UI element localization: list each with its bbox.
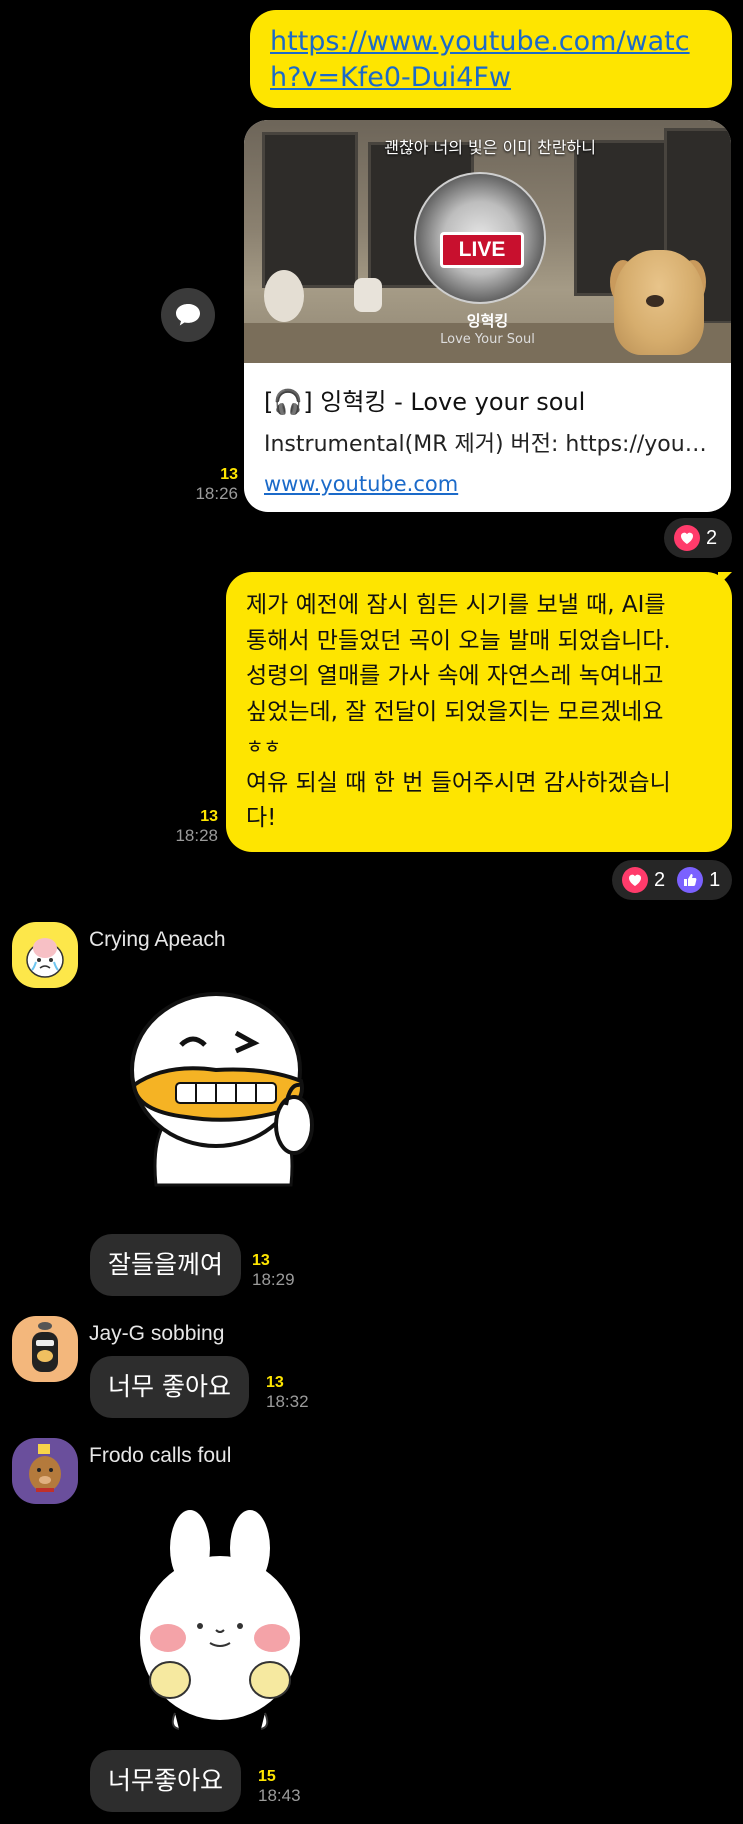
sender-name: Jay-G sobbing	[89, 1322, 225, 1345]
youtube-url-link[interactable]: https://www.youtube.com/watch?v=Kfe0-Dui…	[270, 26, 690, 93]
muzi-sticker[interactable]	[126, 985, 321, 1210]
message-line: 다!	[246, 805, 277, 831]
avatar[interactable]	[12, 1438, 78, 1504]
card-domain-link[interactable]: www.youtube.com	[264, 472, 458, 496]
heart-icon	[674, 525, 700, 551]
video-thumbnail[interactable]: LIVE 괜찮아 너의 빛은 이미 찬란하니 잉혁킹 Love Your Sou…	[244, 120, 731, 363]
message-meta: 13 18:29	[252, 1252, 295, 1290]
message-time: 18:32	[266, 1392, 309, 1411]
long-message-meta: 13 18:28	[130, 808, 218, 846]
unread-count: 13	[220, 466, 238, 483]
link-message-bubble[interactable]: https://www.youtube.com/watch?v=Kfe0-Dui…	[250, 10, 732, 108]
bunny-sticker-icon	[140, 1510, 300, 1730]
avatar[interactable]	[12, 922, 78, 988]
youtube-preview-card[interactable]: LIVE 괜찮아 너의 빛은 이미 찬란하니 잉혁킹 Love Your Sou…	[244, 120, 731, 512]
reaction-count: 2	[654, 868, 666, 891]
jay-g-avatar-icon	[32, 1322, 58, 1372]
message-meta: 15 18:43	[258, 1768, 301, 1806]
share-button[interactable]	[161, 288, 215, 342]
unread-count: 15	[258, 1768, 276, 1785]
reaction-pill[interactable]: 2 1	[612, 860, 732, 900]
thumbs-up-icon	[677, 867, 704, 893]
message-bubble[interactable]: 잘들을께여	[90, 1234, 242, 1296]
unread-count: 13	[200, 808, 218, 825]
message-time: 18:29	[252, 1270, 295, 1289]
avatar[interactable]	[12, 1316, 78, 1382]
live-badge: LIVE	[440, 232, 524, 268]
bubble-tail	[718, 572, 732, 586]
long-message-bubble[interactable]: 제가 예전에 잠시 힘든 시기를 보낼 때, AI를 통해서 만들었던 곡이 오…	[226, 572, 732, 852]
message-time: 18:26	[195, 484, 238, 503]
message-meta: 13 18:32	[266, 1374, 309, 1412]
unread-count: 13	[252, 1252, 270, 1269]
message-time: 18:28	[175, 826, 218, 845]
card-description: Instrumental(MR 제거) 버전: https://youtu...	[264, 432, 714, 457]
thumbnail-artist: 잉혁킹	[466, 312, 509, 330]
sender-name: Frodo calls foul	[89, 1444, 232, 1467]
chat-share-icon	[176, 304, 200, 326]
message-line: 성령의 열매를 가사 속에 자연스레 녹여내고	[246, 663, 664, 689]
message-bubble[interactable]: 너무좋아요	[90, 1750, 242, 1812]
thumbnail-caption: 괜찮아 너의 빛은 이미 찬란하니	[384, 138, 596, 157]
card-title: [🎧] 잉혁킹 - Love your soul	[264, 388, 586, 416]
muzi-thumbs-up-sticker-icon	[130, 992, 314, 1187]
sender-name: Crying Apeach	[89, 928, 226, 951]
message-line: 여유 되실 때 한 번 들어주시면 감사하겠습니	[246, 769, 671, 796]
unread-count: 13	[266, 1374, 284, 1391]
reaction-count: 1	[709, 868, 721, 891]
message-line: 제가 예전에 잠시 힘든 시기를 보낼 때, AI를	[246, 592, 666, 618]
message-time: 18:43	[258, 1786, 301, 1805]
link-message-meta: 13 18:26	[150, 466, 238, 504]
thumbnail-song: Love Your Soul	[440, 332, 535, 347]
reaction-pill[interactable]: 2	[664, 518, 732, 558]
message-bubble[interactable]: 너무 좋아요	[90, 1356, 249, 1418]
message-line: 통해서 만들었던 곡이 오늘 발매 되었습니다.	[246, 627, 671, 654]
heart-icon	[622, 867, 648, 893]
bunny-sticker[interactable]	[130, 1508, 310, 1736]
apeach-avatar-icon	[26, 938, 64, 978]
frodo-avatar-icon	[29, 1444, 61, 1492]
message-line: ㅎㅎ	[246, 736, 281, 758]
message-line: 싶었는데, 잘 전달이 되었을지는 모르겠네요	[246, 698, 664, 725]
reaction-count: 2	[706, 526, 718, 549]
